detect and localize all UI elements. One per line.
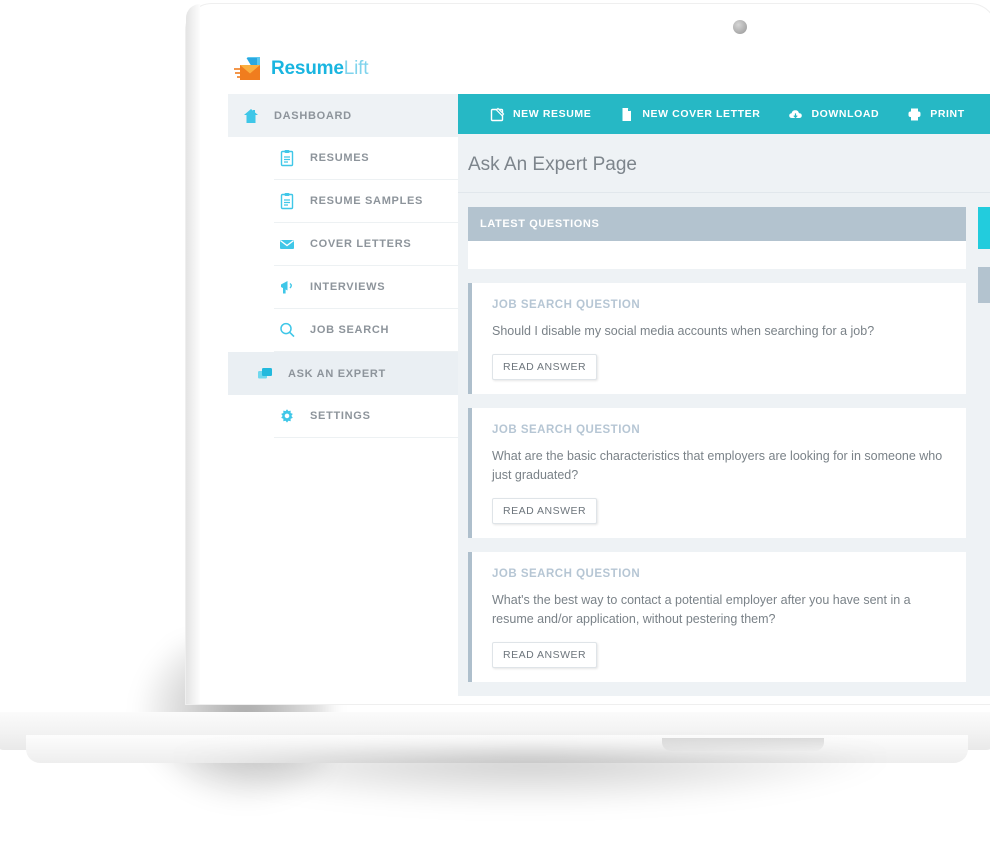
question-category-label: JOB SEARCH QUESTION (492, 424, 641, 436)
chat-bubbles-icon (256, 365, 274, 383)
latest-questions-panel: LATEST QUESTIONS (468, 207, 966, 269)
toolbar-item-label: NEW RESUME (513, 108, 592, 120)
sidebar-item-dashboard[interactable]: DASHBOARD (228, 94, 458, 137)
sidebar-item-job-search[interactable]: JOB SEARCH (274, 309, 458, 352)
sidebar-item-label: RESUMES (310, 152, 370, 164)
laptop-screen: ResumeLift DASHBOARD RESUMES RESUME SAMP… (228, 48, 990, 696)
read-answer-button[interactable]: READ ANSWER (492, 354, 598, 380)
edit-square-icon (490, 107, 505, 122)
sidebar-item-label: SETTINGS (310, 410, 371, 422)
brand-name: ResumeLift (271, 58, 368, 80)
toolbar-download-button[interactable]: DOWNLOAD (788, 107, 879, 122)
laptop-shadow-bottom (150, 752, 910, 812)
side-widget-secondary-header[interactable] (978, 267, 990, 303)
questions-column: LATEST QUESTIONS JOB SEARCH QUESTION Sho… (468, 207, 966, 696)
sidebar-item-label: ASK AN EXPERT (288, 367, 386, 380)
search-icon (278, 321, 296, 339)
question-card: JOB SEARCH QUESTION What's the best way … (468, 552, 966, 682)
latest-questions-body (468, 241, 966, 269)
sidebar-item-resumes[interactable]: RESUMES (274, 137, 458, 180)
home-icon (242, 107, 260, 125)
envelope-icon (278, 235, 296, 253)
toolbar-new-resume-button[interactable]: NEW RESUME (490, 107, 591, 122)
page-title: Ask An Expert Page (458, 134, 990, 193)
question-text: What are the basic characteristics that … (492, 449, 943, 482)
laptop-lid-edge (186, 4, 200, 704)
sidebar-item-settings[interactable]: SETTINGS (274, 395, 458, 438)
toolbar-print-button[interactable]: PRINT (907, 107, 965, 122)
latest-questions-header: LATEST QUESTIONS (468, 207, 966, 241)
megaphone-icon (278, 278, 296, 296)
toolbar-item-label: NEW COVER LETTER (642, 108, 761, 120)
brand-name-bold: Resume (271, 58, 344, 79)
app-topbar: ResumeLift (228, 48, 990, 95)
cloud-download-icon (788, 107, 803, 122)
printer-icon (907, 107, 922, 122)
question-card: JOB SEARCH QUESTION What are the basic c… (468, 408, 966, 538)
sidebar-item-label: RESUME SAMPLES (310, 195, 424, 207)
sidebar-item-label: INTERVIEWS (310, 281, 386, 293)
clipboard-icon (278, 192, 296, 210)
webcam-icon (733, 20, 747, 34)
read-answer-button[interactable]: READ ANSWER (492, 642, 598, 668)
envelope-document-icon (234, 56, 264, 82)
brand-logo[interactable]: ResumeLift (234, 56, 368, 82)
question-category-label: JOB SEARCH QUESTION (492, 568, 641, 580)
sidebar-item-ask-an-expert[interactable]: ASK AN EXPERT (228, 352, 458, 395)
clipboard-icon (278, 149, 296, 167)
read-answer-button[interactable]: READ ANSWER (492, 498, 598, 524)
sidebar-item-interviews[interactable]: INTERVIEWS (274, 266, 458, 309)
toolbar-new-cover-letter-button[interactable]: NEW COVER LETTER (619, 107, 760, 122)
toolbar-item-label: PRINT (930, 108, 965, 120)
document-icon (619, 107, 634, 122)
brand-name-light: Lift (343, 58, 369, 79)
gear-icon (278, 407, 296, 425)
main-content: Ask An Expert Page LATEST QUESTIONS JOB … (458, 134, 990, 696)
content-columns: LATEST QUESTIONS JOB SEARCH QUESTION Sho… (458, 193, 990, 696)
sidebar-item-label: DASHBOARD (274, 109, 352, 122)
question-card: JOB SEARCH QUESTION Should I disable my … (468, 283, 966, 394)
question-text: Should I disable my social media account… (492, 324, 875, 338)
sidebar-item-label: COVER LETTERS (310, 238, 412, 250)
side-widget-primary-header[interactable] (978, 207, 990, 249)
question-text: What's the best way to contact a potenti… (492, 593, 911, 626)
sidebar-item-resume-samples[interactable]: RESUME SAMPLES (274, 180, 458, 223)
question-category-label: JOB SEARCH QUESTION (492, 299, 641, 311)
side-widgets-column (978, 207, 990, 696)
laptop-base-notch (662, 738, 824, 751)
sidebar-nav: DASHBOARD RESUMES RESUME SAMPLES COVER L… (228, 94, 459, 696)
sidebar-item-cover-letters[interactable]: COVER LETTERS (274, 223, 458, 266)
laptop-mockup: ResumeLift DASHBOARD RESUMES RESUME SAMP… (0, 0, 990, 857)
toolbar-item-label: DOWNLOAD (811, 108, 880, 120)
action-toolbar: NEW RESUME NEW COVER LETTER DOWNLOAD PRI… (458, 94, 990, 134)
sidebar-item-label: JOB SEARCH (310, 324, 390, 336)
